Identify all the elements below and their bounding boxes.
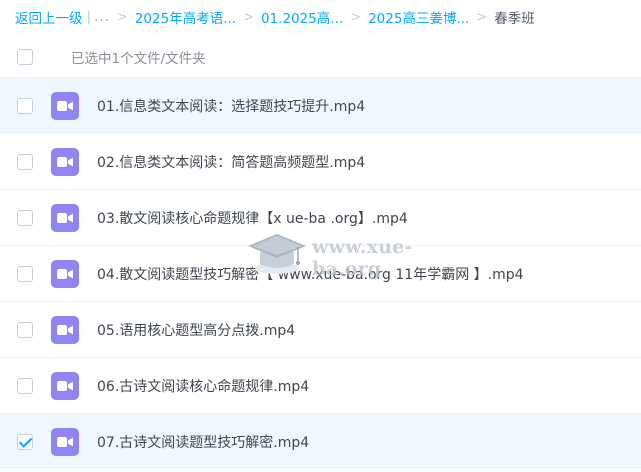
file-name[interactable]: 06.古诗文阅读核心命题规律.mp4 — [97, 376, 309, 396]
breadcrumb-item[interactable]: 2025年高考语... — [135, 7, 236, 27]
file-name[interactable]: 04.散文阅读题型技巧解密【 www.xue-ba.org 11年学霸网 】.m… — [97, 264, 524, 284]
video-file-icon — [51, 372, 79, 400]
back-link[interactable]: 返回上一级 — [15, 7, 83, 27]
file-checkbox[interactable] — [17, 210, 33, 226]
breadcrumb-item[interactable]: 2025高三姜博... — [368, 7, 469, 27]
file-row[interactable]: 01.信息类文本阅读：选择题技巧提升.mp4 — [0, 77, 641, 133]
video-file-icon — [51, 260, 79, 288]
video-file-icon — [51, 204, 79, 232]
file-row[interactable]: 03.散文阅读核心命题规律【x ue-ba .org】.mp4 — [0, 189, 641, 245]
select-all-checkbox[interactable] — [17, 49, 33, 65]
file-checkbox[interactable] — [17, 322, 33, 338]
file-name[interactable]: 07.古诗文阅读题型技巧解密.mp4 — [97, 432, 309, 452]
breadcrumb-item[interactable]: 01.2025高... — [261, 7, 343, 27]
file-row[interactable]: 07.古诗文阅读题型技巧解密.mp4 — [0, 413, 641, 469]
chevron-right-icon: > — [243, 9, 254, 25]
file-checkbox[interactable] — [17, 434, 33, 450]
chevron-right-icon: > — [116, 9, 128, 25]
video-file-icon — [51, 316, 79, 344]
breadcrumb-divider: | — [86, 9, 92, 25]
file-row[interactable]: 05.语用核心题型高分点拨.mp4 — [0, 301, 641, 357]
video-file-icon — [51, 92, 79, 120]
selection-bar: 已选中1个文件/文件夹 — [0, 38, 641, 76]
video-file-icon — [51, 428, 79, 456]
breadcrumb: 返回上一级 | ... > 2025年高考语... > 01.2025高... … — [0, 0, 641, 34]
file-name[interactable]: 02.信息类文本阅读：简答题高频题型.mp4 — [97, 152, 365, 172]
file-checkbox[interactable] — [17, 266, 33, 282]
file-checkbox[interactable] — [17, 98, 33, 114]
file-name[interactable]: 01.信息类文本阅读：选择题技巧提升.mp4 — [97, 96, 365, 116]
file-row[interactable]: 06.古诗文阅读核心命题规律.mp4 — [0, 357, 641, 413]
file-row[interactable]: 04.散文阅读题型技巧解密【 www.xue-ba.org 11年学霸网 】.m… — [0, 245, 641, 301]
file-row[interactable]: 02.信息类文本阅读：简答题高频题型.mp4 — [0, 133, 641, 189]
file-name[interactable]: 03.散文阅读核心命题规律【x ue-ba .org】.mp4 — [97, 208, 408, 228]
breadcrumb-current: 春季班 — [494, 11, 535, 27]
chevron-right-icon: > — [476, 9, 488, 25]
file-name[interactable]: 05.语用核心题型高分点拨.mp4 — [97, 320, 295, 340]
breadcrumb-more[interactable]: ... — [94, 9, 110, 25]
chevron-right-icon: > — [350, 9, 362, 25]
video-file-icon — [51, 148, 79, 176]
file-checkbox[interactable] — [17, 378, 33, 394]
selection-status: 已选中1个文件/文件夹 — [71, 51, 206, 67]
file-checkbox[interactable] — [17, 154, 33, 170]
file-list: 01.信息类文本阅读：选择题技巧提升.mp4 02.信息类文本阅读：简答题高频题型… — [0, 77, 641, 469]
